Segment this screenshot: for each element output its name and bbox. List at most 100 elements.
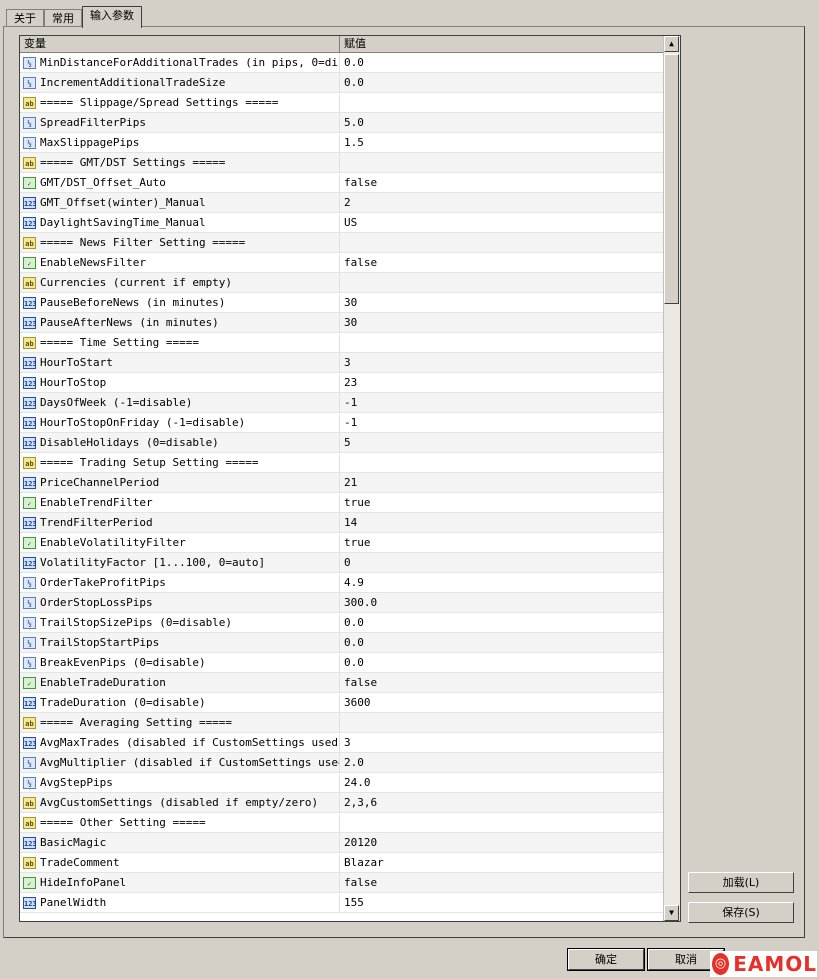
param-value[interactable]: [340, 153, 664, 172]
param-value[interactable]: 2,3,6: [340, 793, 664, 812]
column-header-value[interactable]: 赋值: [340, 36, 664, 52]
table-row[interactable]: 123 AvgMaxTrades (disabled if CustomSetti…: [20, 733, 680, 753]
param-value[interactable]: 300.0: [340, 593, 664, 612]
table-row[interactable]: 123 HourToStop 23: [20, 373, 680, 393]
param-value[interactable]: 0.0: [340, 73, 664, 92]
param-value[interactable]: Blazar: [340, 853, 664, 872]
param-value[interactable]: 2: [340, 193, 664, 212]
save-button[interactable]: 保存(S): [688, 902, 794, 923]
table-row[interactable]: ½ MaxSlippagePips 1.5: [20, 133, 680, 153]
param-value[interactable]: 3600: [340, 693, 664, 712]
table-row[interactable]: ✓ EnableTrendFilter true: [20, 493, 680, 513]
param-value[interactable]: false: [340, 873, 664, 892]
table-row[interactable]: 123 BasicMagic 20120: [20, 833, 680, 853]
table-row[interactable]: ab ===== Time Setting =====: [20, 333, 680, 353]
param-value[interactable]: [340, 453, 664, 472]
param-value[interactable]: 30: [340, 293, 664, 312]
table-row[interactable]: 123 GMT_Offset(winter)_Manual 2: [20, 193, 680, 213]
param-value[interactable]: false: [340, 673, 664, 692]
table-row[interactable]: ab Currencies (current if empty): [20, 273, 680, 293]
table-row[interactable]: ½ IncrementAdditionalTradeSize 0.0: [20, 73, 680, 93]
param-value[interactable]: [340, 233, 664, 252]
table-row[interactable]: ½ SpreadFilterPips 5.0: [20, 113, 680, 133]
table-row[interactable]: ab TradeComment Blazar: [20, 853, 680, 873]
table-row[interactable]: ✓ EnableTradeDuration false: [20, 673, 680, 693]
param-value[interactable]: 30: [340, 313, 664, 332]
param-value[interactable]: [340, 273, 664, 292]
param-value[interactable]: [340, 813, 664, 832]
param-value[interactable]: 3: [340, 733, 664, 752]
param-value[interactable]: [340, 93, 664, 112]
scroll-down-arrow-icon[interactable]: ▼: [664, 905, 679, 921]
param-value[interactable]: 24.0: [340, 773, 664, 792]
tab-common[interactable]: 常用: [44, 9, 82, 27]
param-value[interactable]: US: [340, 213, 664, 232]
param-value[interactable]: 155: [340, 893, 664, 912]
table-row[interactable]: 123 DaysOfWeek (-1=disable) -1: [20, 393, 680, 413]
load-button[interactable]: 加载(L): [688, 872, 794, 893]
table-row[interactable]: 123 TradeDuration (0=disable) 3600: [20, 693, 680, 713]
table-row[interactable]: ✓ HideInfoPanel false: [20, 873, 680, 893]
table-row[interactable]: ✓ EnableVolatilityFilter true: [20, 533, 680, 553]
table-row[interactable]: 123 HourToStopOnFriday (-1=disable) -1: [20, 413, 680, 433]
param-value[interactable]: 5: [340, 433, 664, 452]
param-value[interactable]: false: [340, 253, 664, 272]
param-value[interactable]: 0.0: [340, 653, 664, 672]
ok-button[interactable]: 确定: [567, 948, 645, 971]
tab-about[interactable]: 关于: [6, 9, 44, 27]
param-value[interactable]: 21: [340, 473, 664, 492]
table-row[interactable]: ab AvgCustomSettings (disabled if empty/z…: [20, 793, 680, 813]
param-value[interactable]: 4.9: [340, 573, 664, 592]
vertical-scrollbar[interactable]: ▲ ▼: [663, 36, 680, 921]
table-row[interactable]: 123 DisableHolidays (0=disable) 5: [20, 433, 680, 453]
table-row[interactable]: ½ OrderStopLossPips 300.0: [20, 593, 680, 613]
param-value[interactable]: -1: [340, 393, 664, 412]
column-header-variable[interactable]: 变量: [20, 36, 340, 52]
param-value[interactable]: 0.0: [340, 53, 664, 72]
table-row[interactable]: 123 DaylightSavingTime_Manual US: [20, 213, 680, 233]
param-value[interactable]: 5.0: [340, 113, 664, 132]
table-row[interactable]: 123 PriceChannelPeriod 21: [20, 473, 680, 493]
param-value[interactable]: 23: [340, 373, 664, 392]
param-value[interactable]: -1: [340, 413, 664, 432]
table-row[interactable]: ½ AvgMultiplier (disabled if CustomSettin…: [20, 753, 680, 773]
param-name: EnableVolatilityFilter: [40, 536, 186, 549]
param-value[interactable]: true: [340, 533, 664, 552]
tab-inputs[interactable]: 输入参数: [82, 6, 142, 28]
table-row[interactable]: ½ TrailStopStartPips 0.0: [20, 633, 680, 653]
scroll-thumb[interactable]: [664, 54, 679, 304]
table-row[interactable]: ½ MinDistanceForAdditionalTrades (in pips…: [20, 53, 680, 73]
table-row[interactable]: ab ===== GMT/DST Settings =====: [20, 153, 680, 173]
param-name: AvgCustomSettings (disabled if empty/zer…: [40, 796, 319, 809]
param-value[interactable]: 1.5: [340, 133, 664, 152]
table-row[interactable]: 123 HourToStart 3: [20, 353, 680, 373]
table-row[interactable]: ½ OrderTakeProfitPips 4.9: [20, 573, 680, 593]
table-row[interactable]: ab ===== Trading Setup Setting =====: [20, 453, 680, 473]
table-row[interactable]: ab ===== Slippage/Spread Settings =====: [20, 93, 680, 113]
table-row[interactable]: ab ===== Other Setting =====: [20, 813, 680, 833]
param-value[interactable]: [340, 333, 664, 352]
param-value[interactable]: 2.0: [340, 753, 664, 772]
param-value[interactable]: [340, 713, 664, 732]
param-value[interactable]: 0: [340, 553, 664, 572]
param-value[interactable]: 0.0: [340, 613, 664, 632]
param-value[interactable]: 3: [340, 353, 664, 372]
param-value[interactable]: 20120: [340, 833, 664, 852]
table-row[interactable]: ½ AvgStepPips 24.0: [20, 773, 680, 793]
table-row[interactable]: 123 VolatilityFactor [1...100, 0=auto] 0: [20, 553, 680, 573]
param-value[interactable]: false: [340, 173, 664, 192]
table-row[interactable]: ✓ GMT/DST_Offset_Auto false: [20, 173, 680, 193]
table-row[interactable]: 123 PauseAfterNews (in minutes) 30: [20, 313, 680, 333]
table-row[interactable]: ab ===== Averaging Setting =====: [20, 713, 680, 733]
table-row[interactable]: 123 PanelWidth 155: [20, 893, 680, 913]
table-row[interactable]: ½ BreakEvenPips (0=disable) 0.0: [20, 653, 680, 673]
table-row[interactable]: ab ===== News Filter Setting =====: [20, 233, 680, 253]
param-value[interactable]: 14: [340, 513, 664, 532]
param-value[interactable]: true: [340, 493, 664, 512]
table-row[interactable]: 123 PauseBeforeNews (in minutes) 30: [20, 293, 680, 313]
table-row[interactable]: ½ TrailStopSizePips (0=disable) 0.0: [20, 613, 680, 633]
table-row[interactable]: 123 TrendFilterPeriod 14: [20, 513, 680, 533]
scroll-up-arrow-icon[interactable]: ▲: [664, 36, 679, 52]
param-value[interactable]: 0.0: [340, 633, 664, 652]
table-row[interactable]: ✓ EnableNewsFilter false: [20, 253, 680, 273]
